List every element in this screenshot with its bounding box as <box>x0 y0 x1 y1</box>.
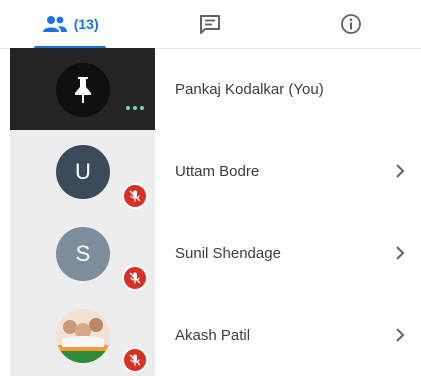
mic-off-icon <box>122 265 148 291</box>
participant-row-self[interactable]: Pankaj Kodalkar (You) <box>10 48 421 130</box>
tab-info[interactable] <box>281 0 421 48</box>
avatar <box>56 63 110 117</box>
tab-chat[interactable] <box>140 0 280 48</box>
pin-icon <box>75 77 91 103</box>
participant-list: Pankaj Kodalkar (You) U Uttam Bodre S Su… <box>10 48 421 376</box>
participant-name: Uttam Bodre <box>175 162 260 180</box>
mic-off-icon <box>122 183 148 209</box>
chevron-right-icon[interactable] <box>389 160 411 182</box>
participant-tile <box>10 294 155 376</box>
chevron-right-icon[interactable] <box>389 324 411 346</box>
participant-tile: S <box>10 212 155 294</box>
participant-row[interactable]: Akash Patil <box>10 294 421 376</box>
participants-tab-bar: (13) <box>0 0 421 49</box>
info-icon <box>340 14 361 34</box>
chat-icon <box>200 15 221 34</box>
participant-name: Akash Patil <box>175 326 251 344</box>
participant-row[interactable]: U Uttam Bodre <box>10 130 421 212</box>
mic-off-icon <box>122 347 148 373</box>
photo-avatar <box>56 309 110 363</box>
participant-name: Pankaj Kodalkar (You) <box>175 80 324 98</box>
avatar: S <box>56 227 110 281</box>
avatar-letter: U <box>75 159 91 184</box>
participant-tile: U <box>10 130 155 212</box>
participant-name: Sunil Shendage <box>175 244 281 262</box>
avatar: U <box>56 145 110 199</box>
chevron-right-icon[interactable] <box>389 242 411 264</box>
avatar-letter: S <box>75 241 91 266</box>
participant-count: (13) <box>73 16 99 32</box>
tab-people[interactable]: (13) <box>0 0 140 49</box>
people-icon <box>42 16 67 32</box>
participant-row[interactable]: S Sunil Shendage <box>10 212 421 294</box>
more-options-icon[interactable] <box>126 106 144 110</box>
participant-tile <box>10 48 155 130</box>
